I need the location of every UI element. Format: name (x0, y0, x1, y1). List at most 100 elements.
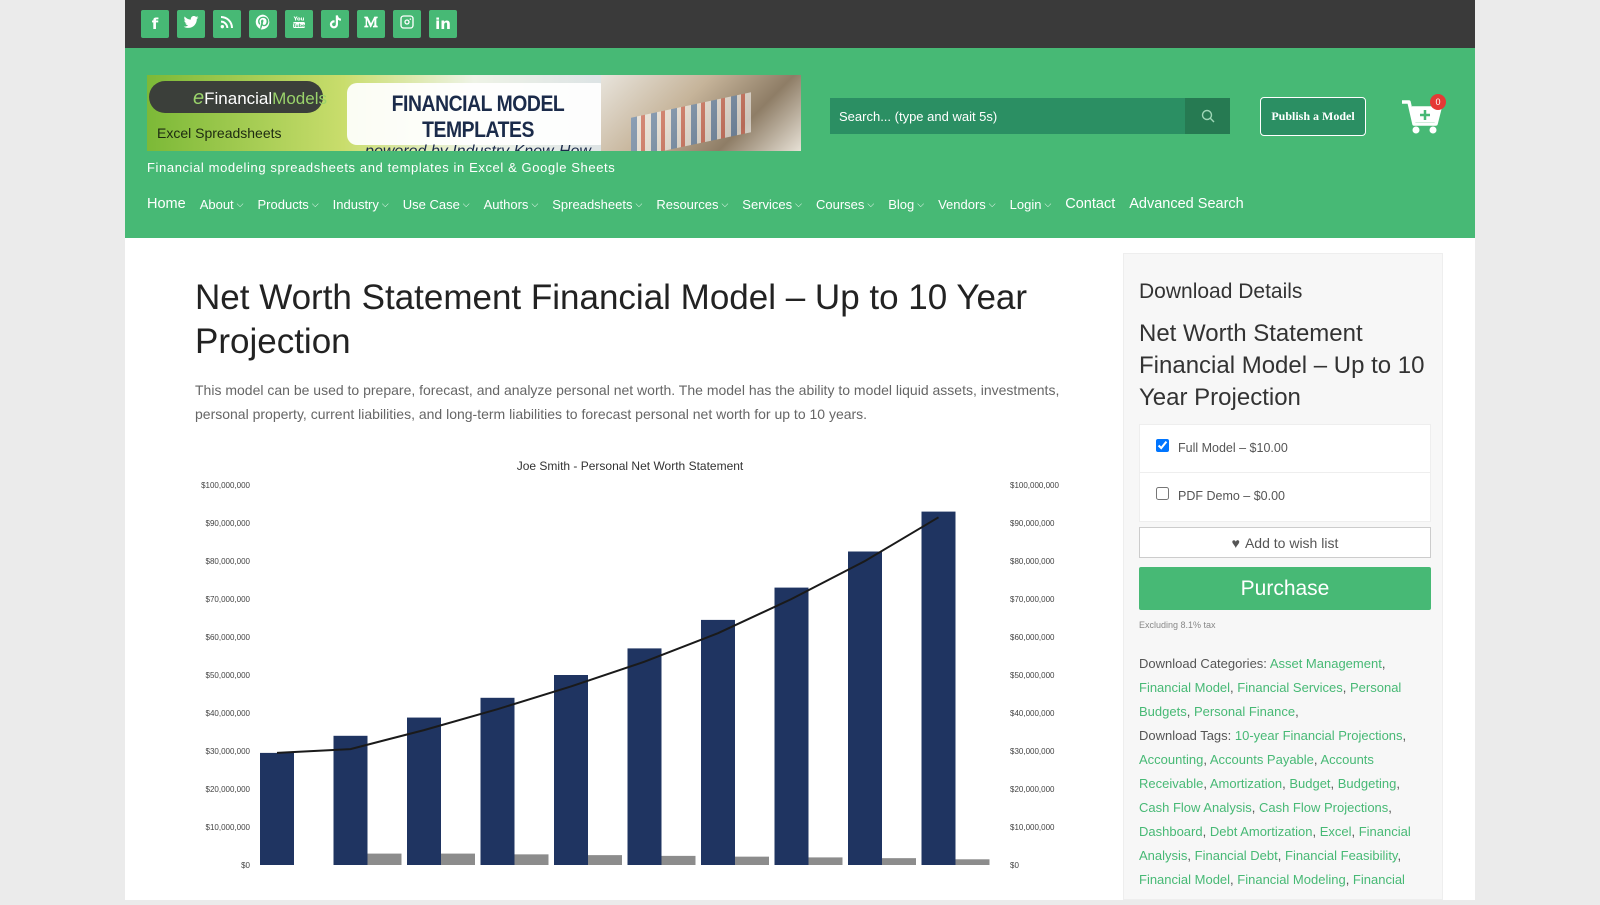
search-icon (1201, 109, 1214, 123)
nav-item-blog[interactable]: Blog ⌵ (888, 197, 924, 212)
y-tick-label-right: $10,000,000 (1010, 823, 1055, 832)
liability-bar (808, 857, 843, 865)
y-tick-label-left: $90,000,000 (206, 519, 251, 528)
product-description: This model can be used to prepare, forec… (195, 382, 1060, 422)
tag-link[interactable]: Financial (1353, 872, 1405, 887)
liability-bar (882, 858, 916, 865)
nav-item-advanced-search[interactable]: Advanced Search (1129, 196, 1243, 212)
pinterest-link[interactable] (249, 10, 277, 38)
chevron-down-icon: ⌵ (988, 198, 996, 209)
tag-link[interactable]: Financial Debt (1195, 848, 1278, 863)
tag-link[interactable]: Amortization (1210, 776, 1282, 791)
logo-wordmark: eFinancialModels (149, 81, 327, 113)
liability-bar (955, 859, 990, 865)
nav-item-label: Spreadsheets (552, 196, 633, 212)
tag-link[interactable]: 10-year Financial Projections (1235, 728, 1403, 743)
medium-icon (363, 14, 379, 34)
price-options: Full Model – $10.00 PDF Demo – $0.00 (1139, 424, 1431, 522)
add-to-wishlist-button[interactable]: ♥ Add to wish list (1139, 527, 1431, 558)
tag-link[interactable]: Budget (1289, 776, 1330, 791)
price-option-label: Full Model – $10.00 (1178, 441, 1288, 455)
category-link[interactable]: Asset Management (1270, 656, 1382, 671)
price-option-label: PDF Demo – $0.00 (1178, 489, 1285, 503)
tag-link[interactable]: Financial Feasibility (1285, 848, 1397, 863)
rss-link[interactable] (213, 10, 241, 38)
nav-item-use-case[interactable]: Use Case ⌵ (403, 197, 470, 212)
category-link[interactable]: Financial Model (1139, 680, 1230, 695)
liability-bar (367, 853, 402, 865)
price-option[interactable]: PDF Demo – $0.00 (1140, 473, 1430, 521)
youtube-icon: You Tube (291, 14, 307, 34)
price-option-checkbox[interactable] (1156, 487, 1169, 500)
tag-link[interactable]: Budgeting (1338, 776, 1397, 791)
main-nav: Home About ⌵ Products ⌵ Industry ⌵ Use Case ⌵ Aut… (147, 194, 1258, 214)
tag-link[interactable]: Financial Modeling (1237, 872, 1345, 887)
liability-bar (441, 853, 475, 865)
banner-headline: FINANCIAL MODEL TEMPLATES powered by Ind… (347, 83, 609, 151)
search-button[interactable] (1185, 98, 1230, 134)
tiktok-link[interactable] (321, 10, 349, 38)
publish-model-button[interactable]: Publish a Model (1260, 97, 1366, 136)
nav-item-login[interactable]: Login ⌵ (1010, 197, 1052, 212)
y-tick-label-right: $90,000,000 (1010, 519, 1055, 528)
cart-button[interactable]: 0 (1400, 94, 1446, 136)
product-chart-image: Joe Smith - Personal Net Worth Statement… (195, 459, 1095, 900)
net-worth-bar (333, 735, 368, 865)
nav-item-resources[interactable]: Resources ⌵ (656, 197, 728, 212)
site-logo-banner[interactable]: eFinancialModels Excel Spreadsheets FINA… (147, 75, 801, 151)
instagram-link[interactable] (393, 10, 421, 38)
pinterest-icon (255, 14, 271, 34)
nav-item-services[interactable]: Services ⌵ (742, 197, 802, 212)
cart-count-badge: 0 (1430, 94, 1446, 110)
chart-title: Joe Smith - Personal Net Worth Statement (517, 460, 744, 473)
purchase-button[interactable]: Purchase (1139, 567, 1431, 610)
nav-item-contact[interactable]: Contact (1065, 196, 1115, 212)
facebook-link[interactable]: f (141, 10, 169, 38)
nav-item-courses[interactable]: Courses ⌵ (816, 197, 874, 212)
nav-item-label: Home (147, 196, 186, 212)
y-tick-label-left: $10,000,000 (206, 823, 251, 832)
price-option-checkbox[interactable] (1156, 439, 1169, 452)
tag-link[interactable]: Cash Flow Projections (1259, 800, 1388, 815)
nav-item-home[interactable]: Home (147, 196, 186, 212)
nav-item-authors[interactable]: Authors ⌵ (484, 197, 539, 212)
rss-icon (219, 14, 235, 34)
net-worth-chart: Joe Smith - Personal Net Worth Statement… (201, 459, 1059, 870)
price-option[interactable]: Full Model – $10.00 (1140, 425, 1430, 473)
y-tick-label-left: $0 (241, 861, 250, 870)
y-tick-label-right: $0 (1010, 861, 1019, 870)
chevron-down-icon: ⌵ (721, 198, 729, 209)
category-label: Download Categories: (1139, 656, 1267, 671)
chevron-down-icon: ⌵ (531, 198, 539, 209)
tag-link[interactable]: Accounting (1139, 752, 1203, 767)
tag-link[interactable]: Excel (1320, 824, 1352, 839)
tag-link[interactable]: Debt Amortization (1210, 824, 1313, 839)
nav-item-label: Resources (656, 196, 719, 212)
chevron-down-icon: ⌵ (867, 198, 875, 209)
twitter-link[interactable] (177, 10, 205, 38)
net-worth-bar (627, 648, 662, 865)
nav-item-label: Vendors (938, 196, 986, 212)
tag-link[interactable]: Dashboard (1139, 824, 1203, 839)
nav-item-products[interactable]: Products ⌵ (258, 197, 319, 212)
net-worth-bar (848, 551, 882, 865)
linkedin-link[interactable]: in (429, 10, 457, 38)
category-link[interactable]: Financial Services (1237, 680, 1343, 695)
nav-item-vendors[interactable]: Vendors ⌵ (938, 197, 996, 212)
product-title: Net Worth Statement Financial Model – Up… (195, 278, 1028, 361)
y-tick-label-left: $30,000,000 (206, 747, 251, 756)
youtube-link[interactable]: You Tube (285, 10, 313, 38)
tag-link[interactable]: Cash Flow Analysis (1139, 800, 1252, 815)
medium-link[interactable] (357, 10, 385, 38)
nav-item-about[interactable]: About ⌵ (200, 197, 244, 212)
tag-link[interactable]: Accounts Payable (1210, 752, 1314, 767)
download-details-heading: Download Details (1139, 280, 1303, 303)
category-link[interactable]: Personal Finance (1194, 704, 1295, 719)
liability-bar (735, 856, 769, 865)
nav-item-spreadsheets[interactable]: Spreadsheets ⌵ (552, 197, 642, 212)
search-input[interactable] (830, 98, 1185, 134)
net-worth-bar (774, 587, 809, 865)
download-details-sidebar: Download Details Net Worth Statement Fin… (1123, 253, 1443, 900)
tag-link[interactable]: Financial Model (1139, 872, 1230, 887)
nav-item-industry[interactable]: Industry ⌵ (333, 197, 389, 212)
